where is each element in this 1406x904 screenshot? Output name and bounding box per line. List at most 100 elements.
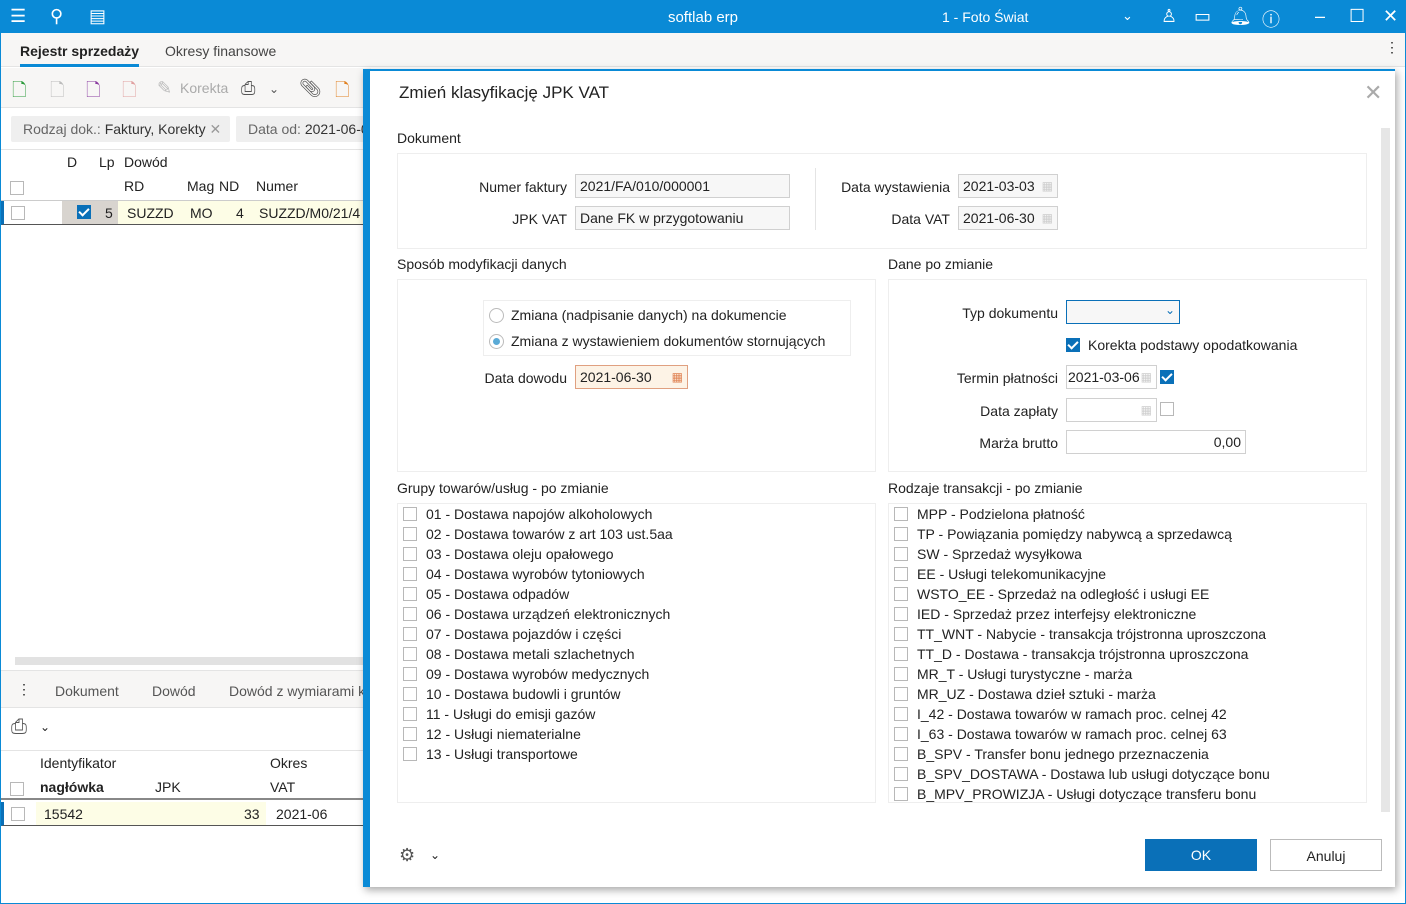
item-checkbox[interactable] xyxy=(894,547,908,561)
cancel-button[interactable]: Anuluj xyxy=(1270,839,1382,871)
item-label: 11 - Usługi do emisji gazów xyxy=(426,706,596,722)
numer-faktury-field[interactable]: 2021/FA/010/000001 xyxy=(575,174,790,198)
typ-dokumentu-select[interactable]: ⌄ xyxy=(1066,300,1180,324)
item-checkbox[interactable] xyxy=(894,787,908,801)
data-wystawienia-field[interactable]: 2021-03-03 ▦ xyxy=(958,174,1058,198)
jpk-vat-label: JPK VAT xyxy=(512,211,567,227)
marza-brutto-label: Marża brutto xyxy=(979,435,1058,451)
data-dowodu-label: Data dowodu xyxy=(484,370,567,386)
korekta-label[interactable]: Korekta podstawy opodatkowania xyxy=(1088,337,1297,353)
item-checkbox[interactable] xyxy=(894,607,908,621)
item-label: 10 - Dostawa budowli i gruntów xyxy=(426,686,621,702)
item-label: IED - Sprzedaż przez interfejsy elektron… xyxy=(917,606,1197,622)
item-label: 09 - Dostawa wyrobów medycznych xyxy=(426,666,650,682)
item-checkbox[interactable] xyxy=(403,607,417,621)
item-checkbox[interactable] xyxy=(894,687,908,701)
item-label: 13 - Usługi transportowe xyxy=(426,746,578,762)
calendar-icon[interactable]: ▦ xyxy=(672,370,683,384)
radio-stornujace[interactable] xyxy=(489,334,504,349)
chevron-down-icon[interactable]: ⌄ xyxy=(1165,303,1175,317)
calendar-icon[interactable]: ▦ xyxy=(1141,403,1152,417)
item-checkbox[interactable] xyxy=(894,587,908,601)
item-checkbox[interactable] xyxy=(403,547,417,561)
item-checkbox[interactable] xyxy=(403,707,417,721)
item-checkbox[interactable] xyxy=(894,767,908,781)
item-checkbox[interactable] xyxy=(403,507,417,521)
data-wystawienia-value: 2021-03-03 xyxy=(963,178,1035,194)
vertical-scrollbar[interactable] xyxy=(1381,128,1390,812)
item-checkbox[interactable] xyxy=(894,627,908,641)
termin-platnosci-label: Termin płatności xyxy=(956,370,1058,386)
item-checkbox[interactable] xyxy=(894,647,908,661)
data-vat-field[interactable]: 2021-06-30 ▦ xyxy=(958,206,1058,230)
jpk-vat-field[interactable]: Dane FK w przygotowaniu xyxy=(575,206,790,230)
data-vat-label: Data VAT xyxy=(891,211,950,227)
termin-platnosci-checkbox[interactable] xyxy=(1160,370,1174,384)
numer-faktury-label: Numer faktury xyxy=(479,179,567,195)
item-label: WSTO_EE - Sprzedaż na odległość i usługi… xyxy=(917,586,1210,602)
radio-nadpisanie[interactable] xyxy=(489,308,504,323)
section-dokument: Dokument xyxy=(397,130,461,146)
data-zaplaty-field[interactable]: ▦ xyxy=(1066,398,1157,422)
item-label: B_SPV - Transfer bonu jednego przeznacze… xyxy=(917,746,1209,762)
item-label: TT_D - Dostawa - transakcja trójstronna … xyxy=(917,646,1249,662)
marza-brutto-field[interactable]: 0,00 xyxy=(1066,430,1246,454)
data-vat-value: 2021-06-30 xyxy=(963,210,1035,226)
settings-icon[interactable]: ⚙ xyxy=(399,845,415,866)
item-label: B_MPV_PROWIZJA - Usługi dotyczące transf… xyxy=(917,786,1257,802)
termin-platnosci-field[interactable]: 2021-03-06 ▦ xyxy=(1066,365,1157,389)
section-dane-po-zmianie: Dane po zmianie xyxy=(888,256,994,272)
item-label: I_63 - Dostawa towarów w ramach proc. ce… xyxy=(917,726,1227,742)
item-checkbox[interactable] xyxy=(894,667,908,681)
item-label: MPP - Podzielona płatność xyxy=(917,506,1085,522)
calendar-icon[interactable]: ▦ xyxy=(1141,370,1152,384)
item-label: 03 - Dostawa oleju opałowego xyxy=(426,546,614,562)
radio-nadpisanie-label[interactable]: Zmiana (nadpisanie danych) na dokumencie xyxy=(511,307,787,323)
item-checkbox[interactable] xyxy=(894,507,908,521)
item-label: I_42 - Dostawa towarów w ramach proc. ce… xyxy=(917,706,1227,722)
item-checkbox[interactable] xyxy=(403,527,417,541)
item-label: 07 - Dostawa pojazdów i części xyxy=(426,626,622,642)
data-dowodu-field[interactable]: 2021-06-30 ▦ xyxy=(575,365,688,389)
item-checkbox[interactable] xyxy=(403,667,417,681)
item-checkbox[interactable] xyxy=(894,747,908,761)
item-checkbox[interactable] xyxy=(403,647,417,661)
item-label: MR_UZ - Dostawa dzieł sztuki - marża xyxy=(917,686,1156,702)
item-label: MR_T - Usługi turystyczne - marża xyxy=(917,666,1133,682)
korekta-checkbox[interactable] xyxy=(1066,338,1080,352)
close-icon[interactable]: ✕ xyxy=(1364,80,1382,106)
item-checkbox[interactable] xyxy=(403,747,417,761)
item-label: 04 - Dostawa wyrobów tytoniowych xyxy=(426,566,645,582)
item-checkbox[interactable] xyxy=(403,567,417,581)
item-label: 05 - Dostawa odpadów xyxy=(426,586,570,602)
termin-platnosci-value: 2021-03-06 xyxy=(1068,369,1140,385)
item-label: 01 - Dostawa napojów alkoholowych xyxy=(426,506,653,522)
calendar-icon[interactable]: ▦ xyxy=(1042,179,1053,193)
item-checkbox[interactable] xyxy=(403,627,417,641)
item-checkbox[interactable] xyxy=(894,707,908,721)
data-zaplaty-checkbox[interactable] xyxy=(1160,402,1174,416)
calendar-icon[interactable]: ▦ xyxy=(1042,211,1053,225)
item-checkbox[interactable] xyxy=(894,567,908,581)
dialog-title: Zmień klasyfikację JPK VAT xyxy=(399,83,610,102)
dialog-zmien-klasyfikacje: Zmień klasyfikację JPK VAT ✕ Dokument Nu… xyxy=(363,69,1395,887)
item-label: 02 - Dostawa towarów z art 103 ust.5aa xyxy=(426,526,673,542)
item-label: 06 - Dostawa urządzeń elektronicznych xyxy=(426,606,671,622)
ok-button[interactable]: OK xyxy=(1145,839,1257,871)
item-label: SW - Sprzedaż wysyłkowa xyxy=(917,546,1082,562)
section-rodzaje: Rodzaje transakcji - po zmianie xyxy=(888,480,1083,496)
item-label: TP - Powiązania pomiędzy nabywcą a sprze… xyxy=(917,526,1232,542)
item-checkbox[interactable] xyxy=(403,587,417,601)
item-checkbox[interactable] xyxy=(894,527,908,541)
item-checkbox[interactable] xyxy=(894,727,908,741)
item-label: 12 - Usługi niematerialne xyxy=(426,726,581,742)
radio-stornujace-label[interactable]: Zmiana z wystawieniem dokumentów stornuj… xyxy=(511,333,825,349)
item-checkbox[interactable] xyxy=(403,727,417,741)
item-checkbox[interactable] xyxy=(403,687,417,701)
section-grupy: Grupy towarów/usług - po zmianie xyxy=(397,480,609,496)
chevron-down-icon[interactable]: ⌄ xyxy=(430,848,440,862)
data-dowodu-value: 2021-06-30 xyxy=(580,369,652,385)
data-wystawienia-label: Data wystawienia xyxy=(841,179,950,195)
data-zaplaty-label: Data zapłaty xyxy=(980,403,1058,419)
typ-dokumentu-label: Typ dokumentu xyxy=(962,305,1058,321)
